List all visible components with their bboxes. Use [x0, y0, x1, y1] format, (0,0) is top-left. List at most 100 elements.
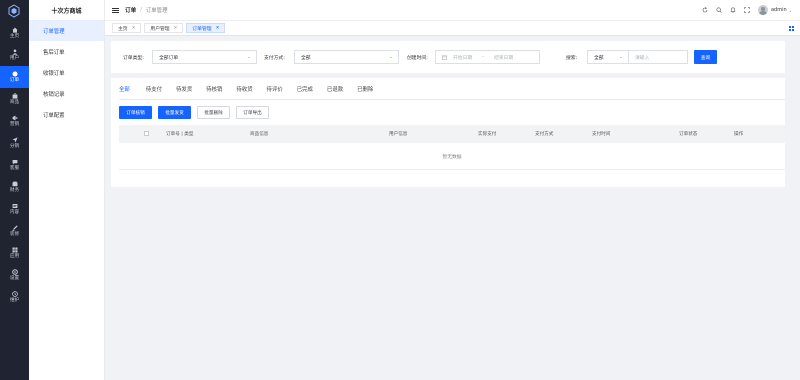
- apps-icon: [12, 247, 17, 253]
- breadcrumb-separator: /: [140, 7, 142, 13]
- column-header: 实际支付: [478, 132, 497, 137]
- rail-label: 用户: [9, 56, 20, 61]
- username[interactable]: admin: [771, 7, 787, 13]
- status-tab-completed[interactable]: 已完成: [297, 85, 313, 95]
- batch-ship-button[interactable]: 批量发货: [158, 106, 191, 119]
- rail-label: 应用: [9, 254, 20, 259]
- fullscreen-icon[interactable]: [744, 7, 750, 13]
- rail-item-order[interactable]: 订单: [0, 66, 29, 88]
- rail-item-decorate[interactable]: 装修: [0, 220, 29, 242]
- filter-panel: 订单类型: 全部订单 ⌄ 支付方式: 全部 ⌄ 创建时间: 开始日期 - 结束日…: [111, 41, 785, 73]
- close-icon[interactable]: ✕: [174, 26, 178, 31]
- page-tab-label: 用户管理: [150, 26, 170, 32]
- status-tab-refunded[interactable]: 已退款: [327, 85, 343, 95]
- order-type-select[interactable]: 全部订单 ⌄: [152, 50, 257, 64]
- finance-icon: [12, 181, 17, 187]
- breadcrumb-current: 订单管理: [145, 8, 168, 14]
- chevron-down-icon[interactable]: ⌄: [789, 8, 792, 13]
- tabs-divider: [119, 99, 785, 100]
- submenu-item-cashier-orders[interactable]: 收银订单: [29, 62, 104, 83]
- close-icon[interactable]: ✕: [132, 26, 136, 31]
- status-tabs: 全部 待支付 待发货 待核销 待收货 待评价 已完成 已退款 已删除: [119, 85, 373, 100]
- avatar[interactable]: [757, 5, 768, 15]
- rail-item-content[interactable]: 内容: [0, 198, 29, 220]
- date-separator: -: [482, 54, 484, 60]
- search-input[interactable]: 请输入: [628, 50, 688, 64]
- order-icon: [12, 71, 17, 77]
- bell-icon[interactable]: [730, 7, 736, 13]
- page-tab-home[interactable]: 主页 ✕: [112, 23, 142, 33]
- page-tab-order-management[interactable]: 订单管理 ✕: [186, 23, 226, 33]
- app-logo-icon: [8, 4, 20, 18]
- status-tab-to-ship[interactable]: 待发货: [176, 85, 192, 95]
- pay-method-label: 支付方式:: [264, 56, 285, 61]
- rail-label: 维护: [9, 298, 20, 303]
- calendar-icon: [442, 55, 447, 60]
- export-orders-button[interactable]: 订单导出: [236, 106, 269, 119]
- end-date-input[interactable]: 结束日期: [494, 54, 513, 61]
- select-all-checkbox[interactable]: [144, 131, 149, 136]
- rail-label: 主页: [9, 34, 20, 39]
- column-header: 用户信息: [389, 132, 408, 137]
- column-header: 操作: [734, 132, 744, 137]
- menu-toggle-icon[interactable]: [112, 7, 119, 13]
- close-icon[interactable]: ✕: [216, 26, 220, 31]
- order-type-label: 订单类型:: [123, 56, 144, 61]
- rail-item-settings[interactable]: 设置: [0, 264, 29, 286]
- table-empty-state: 暂无数据: [119, 143, 785, 170]
- date-range-picker[interactable]: 开始日期 - 结束日期: [435, 50, 540, 64]
- status-tab-to-review[interactable]: 待评价: [267, 85, 283, 95]
- rail-item-apps[interactable]: 应用: [0, 242, 29, 264]
- chevron-down-icon: ⌄: [619, 55, 623, 60]
- search-scope-value: 全部: [594, 55, 604, 61]
- top-header: 订单 / 订单管理 admin ⌄: [105, 0, 800, 20]
- refresh-icon[interactable]: [702, 7, 708, 13]
- pay-method-select[interactable]: 全部 ⌄: [294, 50, 399, 64]
- status-tab-deleted[interactable]: 已删除: [357, 85, 373, 95]
- batch-delete-button[interactable]: 批量删除: [197, 106, 230, 119]
- marketing-icon: [12, 115, 17, 121]
- submenu-item-verification-records[interactable]: 核销记录: [29, 83, 104, 104]
- submenu-item-order-management[interactable]: 订单管理: [29, 20, 104, 41]
- status-tab-to-receive[interactable]: 待收货: [236, 85, 252, 95]
- tabs-menu-icon[interactable]: [789, 26, 794, 31]
- start-date-input[interactable]: 开始日期: [453, 54, 472, 61]
- rail-label: 营销: [9, 122, 20, 127]
- rail-label: 装修: [9, 232, 20, 237]
- search-icon[interactable]: [716, 7, 722, 13]
- column-header: 商品信息: [250, 132, 269, 137]
- content-icon: [12, 204, 17, 208]
- maintenance-icon: [11, 291, 18, 297]
- order-verify-button[interactable]: 订单核销: [119, 106, 152, 119]
- status-tab-all[interactable]: 全部: [119, 85, 130, 100]
- pay-method-value: 全部: [301, 55, 311, 61]
- chevron-down-icon: ⌄: [247, 55, 251, 60]
- column-header: 支付方式: [535, 132, 554, 137]
- rail-item-distribution[interactable]: 分销: [0, 132, 29, 154]
- rail-label: 内容: [9, 210, 20, 215]
- rail-item-finance[interactable]: 财务: [0, 176, 29, 198]
- status-tab-unpaid[interactable]: 待支付: [146, 85, 162, 95]
- search-placeholder: 请输入: [635, 55, 650, 61]
- order-type-value: 全部订单: [159, 55, 179, 61]
- created-time-label: 创建时间:: [407, 56, 428, 61]
- query-button[interactable]: 查询: [694, 50, 717, 64]
- status-tab-to-verify[interactable]: 待核销: [206, 85, 222, 95]
- page-tabs-bar: 主页 ✕ 用户管理 ✕ 订单管理 ✕: [105, 20, 800, 36]
- submenu-item-order-config[interactable]: 订单配置: [29, 104, 104, 125]
- rail-item-service[interactable]: 客服: [0, 154, 29, 176]
- rail-item-user[interactable]: 用户: [0, 44, 29, 66]
- rail-item-marketing[interactable]: 营销: [0, 110, 29, 132]
- search-scope-select[interactable]: 全部 ⌄: [587, 50, 629, 64]
- column-header: 订单状态: [679, 132, 698, 137]
- column-header: 支付时间: [592, 132, 611, 137]
- rail-item-goods[interactable]: 商品: [0, 88, 29, 110]
- rail-item-maintenance[interactable]: 维护: [0, 286, 29, 308]
- breadcrumb-root[interactable]: 订单: [125, 6, 136, 14]
- user-icon: [12, 49, 17, 55]
- main-nav-rail: 主页 用户 订单 商品 营销 分销 客服 财务 内容 装修 应用 设置 维护: [0, 0, 29, 380]
- service-icon: [12, 160, 17, 165]
- rail-item-home[interactable]: 主页: [0, 22, 29, 44]
- submenu-item-after-sales[interactable]: 售后订单: [29, 41, 104, 62]
- page-tab-user-management[interactable]: 用户管理 ✕: [144, 23, 184, 33]
